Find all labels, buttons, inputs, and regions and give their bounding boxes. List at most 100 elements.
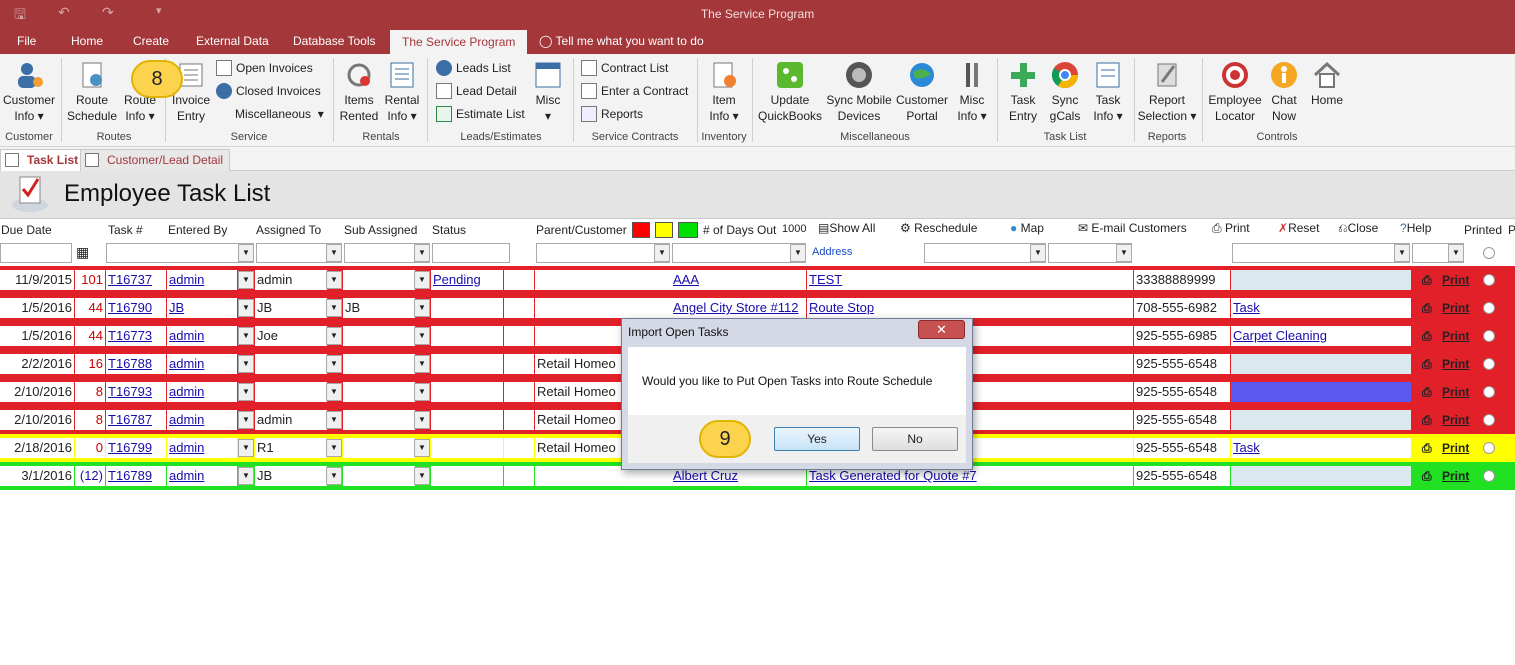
print-all-button[interactable]: ⎙ Print [1212,221,1250,236]
task-type-link[interactable] [1231,410,1411,430]
sub-assigned-cell[interactable] [343,466,415,486]
task-type-link[interactable] [1231,466,1411,486]
status-link[interactable] [431,298,503,318]
assigned-to-cell[interactable]: R1 [255,438,327,458]
assigned-to-cell[interactable]: JB [255,298,327,318]
entered-by-link[interactable]: admin [167,326,237,346]
printed-radio[interactable] [1483,302,1495,314]
printed-radio[interactable] [1483,386,1495,398]
entered-by-dropdown[interactable]: ▼ [238,439,254,457]
parent-filter-dropdown[interactable]: ▼ [654,244,670,262]
contract-reports-button[interactable]: Reports [581,104,643,124]
sub-assigned-filter-dropdown[interactable]: ▼ [414,244,430,262]
show-all-button[interactable]: ▤Show All [818,221,875,235]
task-type-link[interactable] [1231,382,1411,402]
assigned-to-cell[interactable]: admin [255,410,327,430]
printed-radio[interactable] [1483,414,1495,426]
leads-list-button[interactable]: Leads List [436,58,511,78]
enter-contract-button[interactable]: Enter a Contract [581,81,688,101]
task-type-link[interactable] [1231,270,1411,290]
update-quickbooks-button[interactable]: Update QuickBooks [756,60,824,124]
task-number-link[interactable]: T16793 [106,382,166,402]
sync-mobile-devices-button[interactable]: Sync Mobile Devices [824,60,894,124]
row-print-button[interactable]: ⎙ Print [1414,354,1476,374]
row-print-button[interactable]: ⎙ Print [1414,326,1476,346]
sub-assigned-dropdown[interactable]: ▼ [414,383,430,401]
customer-filter-input[interactable] [672,243,806,263]
customer-info-button[interactable]: Customer Info ▾ [2,60,56,124]
entered-by-link[interactable]: admin [167,270,237,290]
tab-file[interactable]: File [17,34,36,54]
task-type-link[interactable]: Task [1231,438,1411,458]
due-date-filter-input[interactable] [0,243,72,263]
task-number-link[interactable]: T16789 [106,466,166,486]
sub-assigned-dropdown[interactable]: ▼ [414,271,430,289]
sub-assigned-cell[interactable]: JB [343,298,415,318]
status-link[interactable] [431,382,503,402]
row-print-button[interactable]: ⎙ Print [1414,438,1476,458]
task-type-link[interactable] [1231,354,1411,374]
customer-filter-dropdown[interactable]: ▼ [790,244,806,262]
entered-by-link[interactable]: admin [167,438,237,458]
task-number-link[interactable]: T16737 [106,270,166,290]
status-link[interactable] [431,466,503,486]
entered-by-link[interactable]: admin [167,382,237,402]
tab-database-tools[interactable]: Database Tools [293,34,376,54]
status-link[interactable] [431,438,503,458]
map-button[interactable]: ● Map [1010,221,1044,235]
printed-radio[interactable] [1483,470,1495,482]
estimate-list-button[interactable]: Estimate List [436,104,525,124]
tab-the-service-program[interactable]: The Service Program [390,30,528,54]
entered-by-link[interactable]: admin [167,466,237,486]
entered-by-link[interactable]: admin [167,410,237,430]
route-schedule-button[interactable]: Route Schedule [66,60,118,124]
assigned-to-dropdown[interactable]: ▼ [326,299,342,317]
assigned-to-dropdown[interactable]: ▼ [326,327,342,345]
printed-radio[interactable] [1483,358,1495,370]
status-link[interactable] [431,326,503,346]
sub-assigned-dropdown[interactable]: ▼ [414,439,430,457]
sub-assigned-dropdown[interactable]: ▼ [414,467,430,485]
printed-filter-radio[interactable] [1483,247,1495,259]
help-button[interactable]: ?Help [1400,221,1431,235]
assigned-to-dropdown[interactable]: ▼ [326,355,342,373]
row-print-button[interactable]: ⎙ Print [1414,298,1476,318]
lead-detail-button[interactable]: Lead Detail [436,81,517,101]
task-type-filter-dropdown[interactable]: ▼ [1394,244,1410,262]
rental-info-button[interactable]: Rental Info ▾ [382,60,422,124]
open-invoices-button[interactable]: Open Invoices [216,58,313,78]
assigned-to-cell[interactable] [255,354,327,374]
misc-info-button[interactable]: Misc Info ▾ [952,60,992,124]
tell-me-search[interactable]: ◯ Tell me what you want to do [539,34,704,54]
items-rented-button[interactable]: Items Rented [338,60,380,124]
no-button[interactable]: No [872,427,958,451]
tab-home[interactable]: Home [71,34,103,54]
task-number-link[interactable]: T16787 [106,410,166,430]
sub-assigned-cell[interactable] [343,270,415,290]
closed-invoices-button[interactable]: Closed Invoices [216,81,321,101]
contract-list-button[interactable]: Contract List [581,58,668,78]
row-print-button[interactable]: ⎙ Print [1414,270,1476,290]
entered-by-dropdown[interactable]: ▼ [238,299,254,317]
assigned-to-dropdown[interactable]: ▼ [326,439,342,457]
task-number-link[interactable]: T16788 [106,354,166,374]
entered-by-link[interactable]: admin [167,354,237,374]
employee-locator-button[interactable]: Employee Locator [1206,60,1264,124]
report-selection-button[interactable]: Report Selection ▾ [1136,60,1198,124]
assigned-filter-dropdown[interactable]: ▼ [326,244,342,262]
assigned-to-dropdown[interactable]: ▼ [326,383,342,401]
filter-red-swatch[interactable] [632,222,650,238]
entered-by-dropdown[interactable]: ▼ [238,355,254,373]
sub-assigned-dropdown[interactable]: ▼ [414,327,430,345]
close-button[interactable]: ⎌Close [1338,221,1378,236]
reset-button[interactable]: ✗Reset [1278,221,1319,235]
sub-assigned-cell[interactable] [343,410,415,430]
parent-filter-input[interactable] [536,243,670,263]
assigned-to-cell[interactable]: JB [255,466,327,486]
sub-assigned-cell[interactable] [343,354,415,374]
assigned-to-dropdown[interactable]: ▼ [326,467,342,485]
status-link[interactable]: Pending [431,270,503,290]
home-button[interactable]: Home [1306,60,1348,108]
row-print-button[interactable]: ⎙ Print [1414,466,1476,486]
task-number-link[interactable]: T16790 [106,298,166,318]
